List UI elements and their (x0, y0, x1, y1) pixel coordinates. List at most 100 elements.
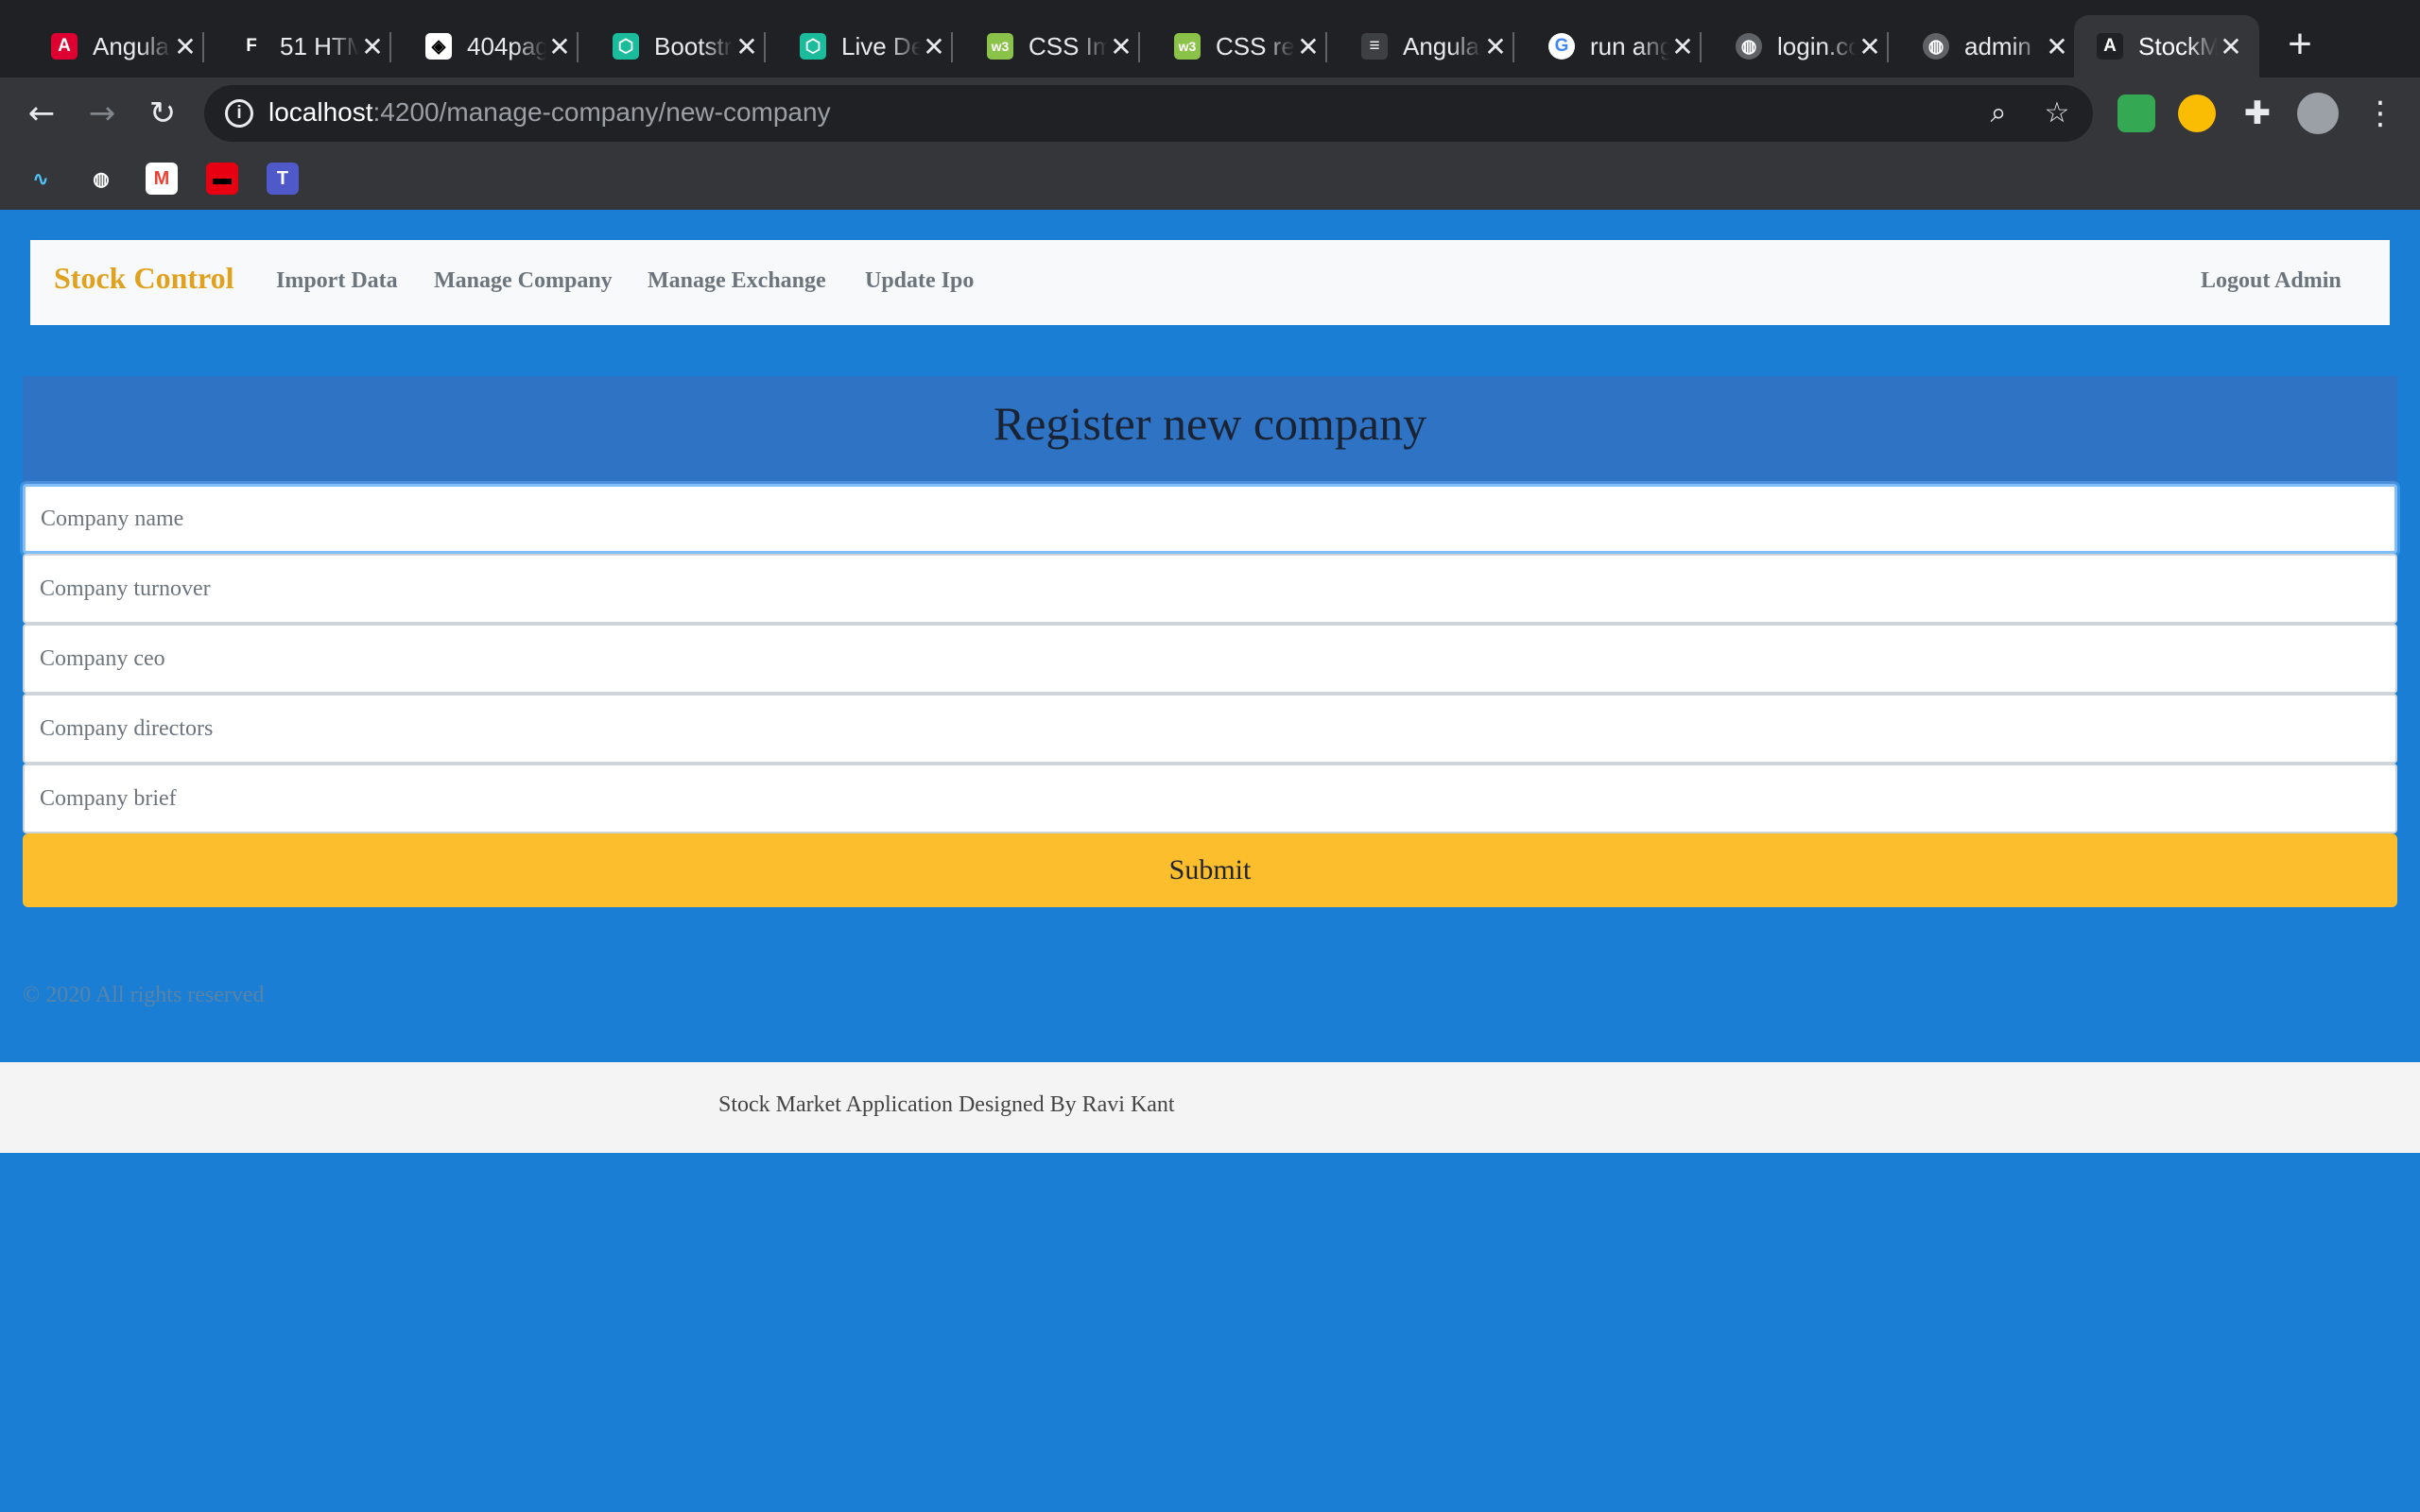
tab-separator (1512, 32, 1514, 62)
close-icon[interactable]: ✕ (2218, 31, 2244, 62)
tab-title: StockMarket (2138, 31, 2218, 60)
tab-title: Live Demo (841, 31, 921, 60)
extension-moon-icon[interactable] (2178, 94, 2216, 132)
tab-title: login.component (1777, 31, 1857, 60)
reload-icon[interactable]: ↻ (142, 93, 183, 134)
zoom-icon[interactable]: ⌕ (1981, 96, 2015, 130)
tab-separator (577, 32, 579, 62)
bookmark-red-icon[interactable]: ▬ (206, 163, 238, 195)
tab-css-reset[interactable]: w3 CSS reset ✕ (1151, 15, 1337, 77)
tab-separator (764, 32, 766, 62)
copyright-text: © 2020 All rights reserved (23, 983, 265, 1007)
tab-title: run angular (1590, 31, 1669, 60)
url-text[interactable]: localhost:4200/manage-company/new-compan… (268, 97, 831, 128)
browser-toolbar: ← → ↻ i localhost:4200/manage-company/ne… (0, 77, 2420, 149)
extensions-puzzle-icon[interactable]: ✚ (2237, 93, 2278, 134)
close-icon[interactable]: ✕ (1857, 31, 1883, 62)
tab-live-demo[interactable]: ⬡ Live Demo ✕ (777, 15, 962, 77)
close-icon[interactable]: ✕ (359, 31, 386, 62)
close-icon[interactable]: ✕ (1482, 31, 1509, 62)
angular-icon: A (51, 33, 78, 60)
tab-title: CSS Image (1028, 31, 1108, 60)
back-icon[interactable]: ← (21, 93, 62, 134)
tab-admin[interactable]: ◍ admin ✕ (1900, 15, 2085, 77)
page-footer: Stock Market Application Designed By Rav… (0, 1062, 2420, 1153)
bookmarks-bar: ∿ ◍ M ▬ T (0, 149, 2420, 210)
form-header: Register new company (23, 376, 2397, 484)
tab-css-image[interactable]: w3 CSS Image ✕ (964, 15, 1150, 77)
company-turnover-input[interactable] (23, 554, 2397, 624)
close-icon[interactable]: ✕ (2044, 31, 2070, 62)
brand-logo[interactable]: Stock Control (54, 261, 234, 296)
codepen-icon: ◈ (425, 33, 452, 60)
tab-51-html[interactable]: F 51 HTML ✕ (216, 15, 401, 77)
tab-run-angular[interactable]: G run angular ✕ (1526, 15, 1711, 77)
tab-separator (951, 32, 953, 62)
site-info-icon[interactable]: i (225, 99, 253, 128)
company-name-input[interactable] (23, 484, 2397, 554)
tab-title: Bootstrap (654, 31, 734, 60)
close-icon[interactable]: ✕ (1295, 31, 1322, 62)
w3schools-icon: w3 (987, 33, 1013, 60)
close-icon[interactable]: ✕ (546, 31, 573, 62)
tab-login-component[interactable]: ◍ login.component ✕ (1713, 15, 1898, 77)
tab-stockmarket-active[interactable]: A StockMarket ✕ (2074, 15, 2259, 77)
forward-icon[interactable]: → (81, 93, 123, 134)
company-directors-input[interactable] (23, 694, 2397, 764)
company-brief-input[interactable] (23, 764, 2397, 833)
bookmark-chart-icon[interactable]: ∿ (25, 163, 57, 195)
close-icon[interactable]: ✕ (1669, 31, 1696, 62)
bootsnipp-icon: ⬡ (613, 33, 639, 60)
nav-update-ipo[interactable]: Update Ipo (865, 268, 974, 294)
tab-title: Angular (1403, 31, 1482, 60)
bookmark-teams-icon[interactable]: T (267, 163, 299, 195)
url-path: :4200/manage-company/new-company (372, 97, 831, 127)
tab-separator (1700, 32, 1702, 62)
extension-mail-icon[interactable] (2118, 94, 2155, 132)
globe-icon: ◍ (1923, 33, 1949, 60)
tab-separator (202, 32, 204, 62)
tab-angular-docs[interactable]: ≡ Angular ✕ (1339, 15, 1524, 77)
tab-title: CSS reset (1216, 31, 1295, 60)
tab-separator (1887, 32, 1889, 62)
tab-bootstrap[interactable]: ⬡ Bootstrap ✕ (590, 15, 775, 77)
tab-separator (1138, 32, 1140, 62)
tab-separator (389, 32, 391, 62)
tab-angular[interactable]: A Angular ✕ (28, 15, 214, 77)
tab-title: Angular (93, 31, 172, 60)
profile-avatar[interactable] (2297, 93, 2339, 134)
close-icon[interactable]: ✕ (1108, 31, 1134, 62)
footer-credit: Stock Market Application Designed By Rav… (718, 1092, 1175, 1117)
docs-icon: ≡ (1361, 33, 1388, 60)
bookmark-gmail-icon[interactable]: M (146, 163, 178, 195)
address-bar[interactable]: i localhost:4200/manage-company/new-comp… (204, 85, 2093, 142)
angular-icon: A (2097, 33, 2123, 60)
page-title: Register new company (993, 397, 1427, 450)
tab-title: admin (1964, 31, 2031, 60)
nav-manage-exchange[interactable]: Manage Exchange (648, 268, 826, 294)
tab-strip: A Angular ✕ F 51 HTML ✕ ◈ 404page ✕ ⬡ Bo… (0, 0, 2420, 77)
tab-title: 51 HTML (280, 31, 359, 60)
company-ceo-input[interactable] (23, 624, 2397, 694)
bookmark-globe-icon[interactable]: ◍ (85, 163, 117, 195)
app-navbar: Stock Control Import Data Manage Company… (30, 240, 2390, 325)
close-icon[interactable]: ✕ (921, 31, 947, 62)
submit-button[interactable]: Submit (23, 833, 2397, 907)
url-host: localhost (268, 97, 373, 127)
close-icon[interactable]: ✕ (734, 31, 760, 62)
google-icon: G (1548, 33, 1575, 60)
chrome-menu-icon[interactable]: ⋮ (2360, 93, 2401, 134)
tab-separator (1325, 32, 1327, 62)
logout-link[interactable]: Logout Admin (2201, 268, 2342, 294)
tab-title: 404page (467, 31, 546, 60)
globe-icon: ◍ (1736, 33, 1762, 60)
bookmark-star-icon[interactable]: ☆ (2040, 96, 2074, 130)
w3schools-icon: w3 (1174, 33, 1201, 60)
bootsnipp-icon: ⬡ (800, 33, 826, 60)
tab-404page[interactable]: ◈ 404page ✕ (403, 15, 588, 77)
new-tab-button[interactable]: + (2278, 23, 2322, 66)
f-icon: F (238, 33, 265, 60)
nav-import-data[interactable]: Import Data (276, 268, 398, 294)
close-icon[interactable]: ✕ (172, 31, 199, 62)
nav-manage-company[interactable]: Manage Company (434, 268, 613, 294)
